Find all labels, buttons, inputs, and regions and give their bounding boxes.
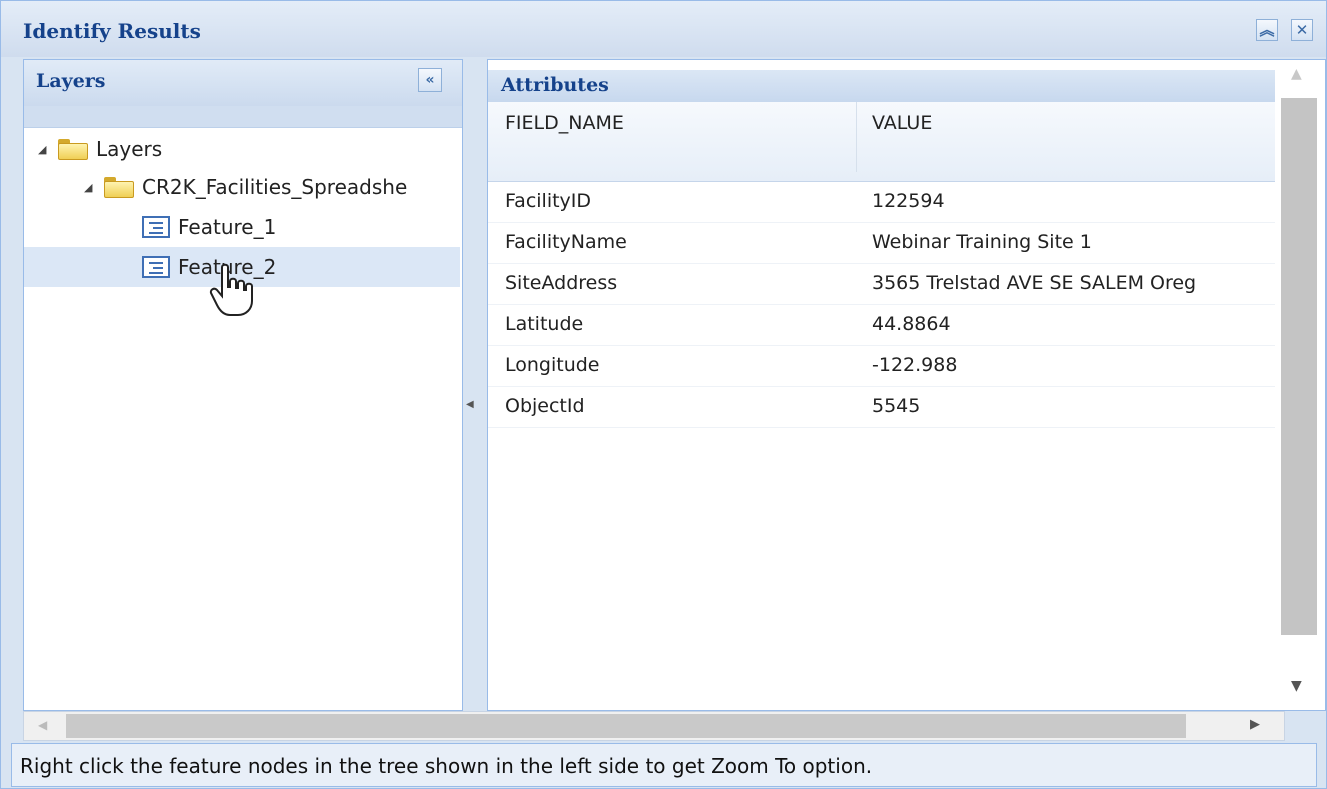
scroll-right-icon[interactable]: ▶ [1250,717,1260,732]
field-name-cell: Longitude [505,354,600,376]
status-text: Right click the feature nodes in the tre… [20,754,873,778]
close-icon: ✕ [1295,21,1309,39]
table-row[interactable]: SiteAddress 3565 Trelstad AVE SE SALEM O… [488,264,1275,305]
scroll-up-icon[interactable]: ▲ [1291,66,1302,82]
scrollbar-corner [1285,711,1326,741]
layers-panel-toolbar [24,106,462,128]
field-name-cell: ObjectId [505,395,585,417]
close-button[interactable]: ✕ [1291,19,1313,41]
hand-pointer-icon [209,263,253,316]
value-cell: -122.988 [872,354,958,376]
column-header-value[interactable]: VALUE [872,112,932,134]
value-cell: 122594 [872,190,945,212]
tree-node-label: CR2K_Facilities_Spreadshe [142,175,408,199]
field-name-cell: FacilityID [505,190,592,212]
tree-node-layers-root[interactable]: ◢ Layers [38,129,458,169]
scroll-down-icon[interactable]: ▼ [1291,678,1302,694]
vertical-scrollbar[interactable]: ▲ ▼ [1275,60,1325,710]
table-row[interactable]: FacilityID 122594 [488,182,1275,223]
double-chevron-up-icon: ︽ [1259,21,1275,39]
layers-panel-title: Layers [36,70,106,92]
tree-node-layer[interactable]: ◢ CR2K_Facilities_Spreadshe [84,167,460,207]
identify-results-window: Identify Results ︽ ✕ Layers « ◢ Layers ◢… [0,0,1327,789]
table-row[interactable]: Latitude 44.8864 [488,305,1275,346]
value-cell: 44.8864 [872,313,951,335]
field-name-cell: Latitude [505,313,584,335]
column-divider[interactable] [856,102,857,172]
field-name-cell: FacilityName [505,231,627,253]
attributes-column-headers: FIELD_NAME VALUE [488,102,1275,182]
vertical-scroll-thumb[interactable] [1281,98,1317,635]
table-row[interactable]: ObjectId 5545 [488,387,1275,428]
horizontal-scroll-thumb[interactable] [66,714,1186,738]
folder-icon [104,176,134,198]
value-cell: 3565 Trelstad AVE SE SALEM Oreg [872,272,1197,294]
layers-panel: Layers « ◢ Layers ◢ CR2K_Facilities_Spre… [23,59,463,711]
attributes-panel-header: Attributes [488,70,1275,102]
folder-icon [58,138,88,160]
attributes-panel: Attributes FIELD_NAME VALUE FacilityID 1… [487,59,1326,711]
expand-arrow-icon[interactable]: ◢ [38,143,52,156]
feature-table-icon [142,216,170,238]
window-title: Identify Results [23,19,201,43]
window-titlebar[interactable]: Identify Results ︽ ✕ [1,1,1326,57]
attributes-panel-title: Attributes [501,74,609,96]
status-bar: Right click the feature nodes in the tre… [11,743,1317,787]
horizontal-scrollbar[interactable]: ◀ ▶ [23,711,1285,741]
collapse-window-button[interactable]: ︽ [1256,19,1278,41]
value-cell: 5545 [872,395,921,417]
tree-node-label: Feature_1 [178,215,277,239]
collapse-layers-button[interactable]: « [418,68,442,92]
tree-node-label: Layers [96,137,163,161]
double-chevron-left-icon: « [425,72,435,88]
expand-arrow-icon[interactable]: ◢ [84,181,98,194]
splitter-arrow-icon[interactable]: ◀ [466,399,474,410]
panel-splitter[interactable]: ◀ [463,59,487,711]
column-header-field-name[interactable]: FIELD_NAME [505,112,624,134]
tree-node-feature-1[interactable]: Feature_1 [142,207,460,247]
feature-table-icon [142,256,170,278]
field-name-cell: SiteAddress [505,272,618,294]
scroll-left-icon[interactable]: ◀ [38,718,47,732]
value-cell: Webinar Training Site 1 [872,231,1092,253]
table-row[interactable]: Longitude -122.988 [488,346,1275,387]
table-row[interactable]: FacilityName Webinar Training Site 1 [488,223,1275,264]
layers-panel-header: Layers « [24,60,462,106]
